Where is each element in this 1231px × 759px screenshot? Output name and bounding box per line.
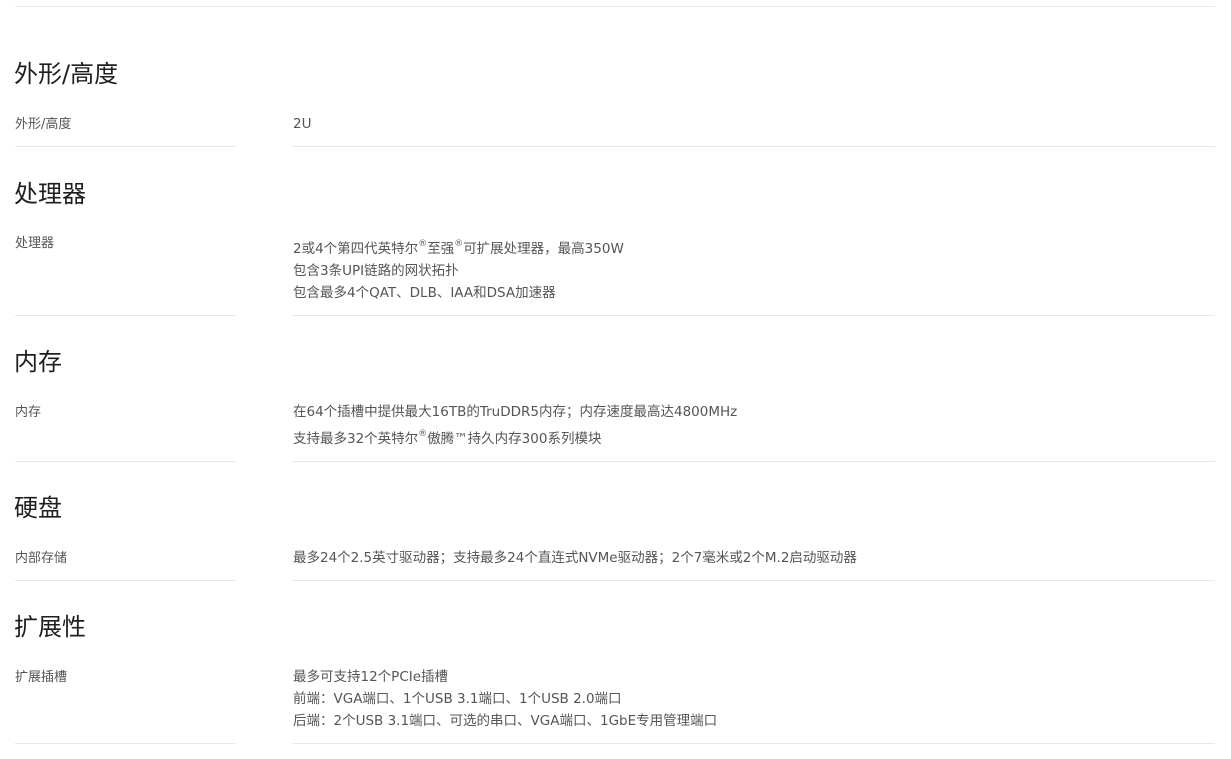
section-title-form-factor: 外形/高度: [14, 60, 119, 88]
value-divider: [293, 146, 1215, 147]
spec-label-storage: 内部存储: [15, 551, 68, 566]
spec-value-line: 2或4个第四代英特尔®至强®可扩展处理器，最高350W: [293, 239, 624, 258]
spec-value-line: 最多可支持12个PCIe插槽: [293, 669, 449, 685]
section-title-storage: 硬盘: [14, 494, 62, 522]
value-divider: [293, 461, 1215, 462]
spec-value-line: 支持最多32个英特尔®傲腾™持久内存300系列模块: [293, 429, 602, 448]
label-divider: [15, 461, 235, 462]
top-divider: [15, 6, 1215, 7]
spec-label-processor: 处理器: [15, 236, 55, 251]
spec-page: 外形/高度 外形/高度 2U 处理器 处理器 2或4个第四代英特尔®至强®可扩展…: [0, 0, 1231, 759]
spec-value-line: 前端：VGA端口、1个USB 3.1端口、1个USB 2.0端口: [293, 691, 622, 707]
section-title-processor: 处理器: [14, 180, 86, 208]
spec-values-form-factor: 2U: [293, 113, 1215, 135]
label-divider: [15, 743, 235, 744]
spec-value-line: 在64个插槽中提供最大16TB的TruDDR5内存；内存速度最高达4800MHz: [293, 404, 738, 420]
label-divider: [15, 315, 235, 316]
spec-value-line: 包含3条UPI链路的网状拓扑: [293, 263, 459, 279]
label-divider: [15, 146, 235, 147]
spec-value-line: 包含最多4个QAT、DLB、IAA和DSA加速器: [293, 285, 556, 301]
label-divider: [15, 580, 235, 581]
spec-label-form-factor: 外形/高度: [15, 117, 72, 132]
spec-values-memory: 在64个插槽中提供最大16TB的TruDDR5内存；内存速度最高达4800MHz…: [293, 401, 1215, 451]
value-divider: [293, 315, 1215, 316]
spec-values-storage: 最多24个2.5英寸驱动器；支持最多24个直连式NVMe驱动器；2个7毫米或2个…: [293, 547, 1215, 569]
spec-value-line: 2U: [293, 116, 312, 132]
value-divider: [293, 743, 1215, 744]
spec-value-line: 最多24个2.5英寸驱动器；支持最多24个直连式NVMe驱动器；2个7毫米或2个…: [293, 550, 857, 566]
section-title-memory: 内存: [14, 348, 62, 376]
spec-values-expansion: 最多可支持12个PCIe插槽 前端：VGA端口、1个USB 3.1端口、1个US…: [293, 666, 1215, 732]
spec-label-expansion: 扩展插槽: [15, 670, 68, 685]
value-divider: [293, 580, 1215, 581]
section-title-expansion: 扩展性: [14, 613, 86, 641]
spec-label-memory: 内存: [15, 405, 42, 420]
spec-value-line: 后端：2个USB 3.1端口、可选的串口、VGA端口、1GbE专用管理端口: [293, 713, 718, 729]
spec-values-processor: 2或4个第四代英特尔®至强®可扩展处理器，最高350W 包含3条UPI链路的网状…: [293, 238, 1215, 304]
